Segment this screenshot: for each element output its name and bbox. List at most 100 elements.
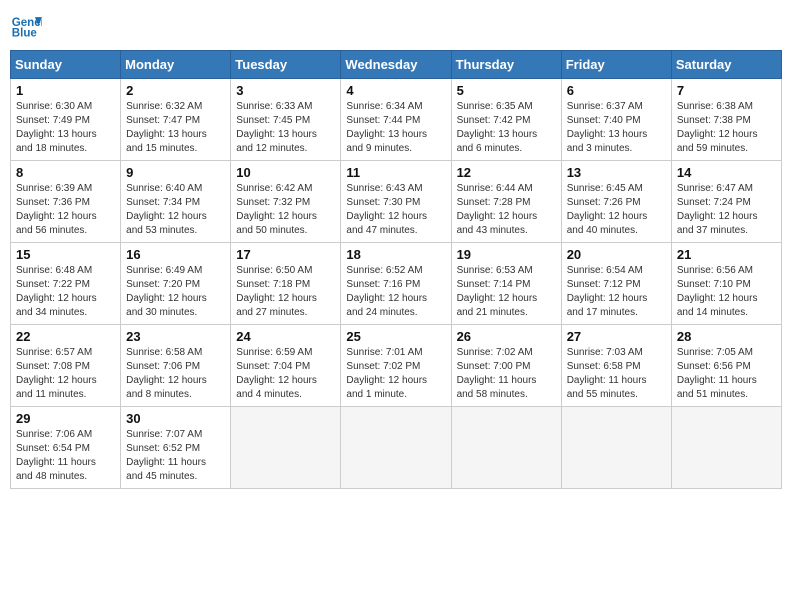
- day-number: 25: [346, 329, 445, 344]
- day-info: Sunrise: 6:35 AM Sunset: 7:42 PM Dayligh…: [457, 100, 556, 156]
- col-header-wednesday: Wednesday: [341, 51, 451, 79]
- day-info: Sunrise: 6:47 AM Sunset: 7:24 PM Dayligh…: [677, 182, 776, 238]
- calendar-cell: [671, 407, 781, 489]
- calendar-cell: 29 Sunrise: 7:06 AM Sunset: 6:54 PM Dayl…: [11, 407, 121, 489]
- day-number: 24: [236, 329, 335, 344]
- day-info: Sunrise: 6:59 AM Sunset: 7:04 PM Dayligh…: [236, 346, 335, 402]
- day-number: 1: [16, 83, 115, 98]
- calendar-cell: 9 Sunrise: 6:40 AM Sunset: 7:34 PM Dayli…: [121, 161, 231, 243]
- day-info: Sunrise: 7:06 AM Sunset: 6:54 PM Dayligh…: [16, 428, 115, 484]
- day-info: Sunrise: 6:39 AM Sunset: 7:36 PM Dayligh…: [16, 182, 115, 238]
- day-info: Sunrise: 6:32 AM Sunset: 7:47 PM Dayligh…: [126, 100, 225, 156]
- calendar-cell: 19 Sunrise: 6:53 AM Sunset: 7:14 PM Dayl…: [451, 243, 561, 325]
- calendar-cell: 13 Sunrise: 6:45 AM Sunset: 7:26 PM Dayl…: [561, 161, 671, 243]
- calendar-cell: [451, 407, 561, 489]
- calendar-cell: 6 Sunrise: 6:37 AM Sunset: 7:40 PM Dayli…: [561, 79, 671, 161]
- calendar-cell: 24 Sunrise: 6:59 AM Sunset: 7:04 PM Dayl…: [231, 325, 341, 407]
- day-number: 2: [126, 83, 225, 98]
- day-number: 5: [457, 83, 556, 98]
- day-number: 11: [346, 165, 445, 180]
- day-info: Sunrise: 6:34 AM Sunset: 7:44 PM Dayligh…: [346, 100, 445, 156]
- calendar-cell: 30 Sunrise: 7:07 AM Sunset: 6:52 PM Dayl…: [121, 407, 231, 489]
- calendar-cell: 11 Sunrise: 6:43 AM Sunset: 7:30 PM Dayl…: [341, 161, 451, 243]
- day-info: Sunrise: 7:03 AM Sunset: 6:58 PM Dayligh…: [567, 346, 666, 402]
- calendar-cell: 10 Sunrise: 6:42 AM Sunset: 7:32 PM Dayl…: [231, 161, 341, 243]
- day-number: 28: [677, 329, 776, 344]
- calendar-cell: 27 Sunrise: 7:03 AM Sunset: 6:58 PM Dayl…: [561, 325, 671, 407]
- day-info: Sunrise: 7:07 AM Sunset: 6:52 PM Dayligh…: [126, 428, 225, 484]
- day-number: 6: [567, 83, 666, 98]
- day-number: 15: [16, 247, 115, 262]
- day-number: 23: [126, 329, 225, 344]
- col-header-friday: Friday: [561, 51, 671, 79]
- day-info: Sunrise: 6:52 AM Sunset: 7:16 PM Dayligh…: [346, 264, 445, 320]
- day-number: 18: [346, 247, 445, 262]
- day-number: 14: [677, 165, 776, 180]
- calendar-cell: 16 Sunrise: 6:49 AM Sunset: 7:20 PM Dayl…: [121, 243, 231, 325]
- day-number: 30: [126, 411, 225, 426]
- col-header-tuesday: Tuesday: [231, 51, 341, 79]
- day-number: 7: [677, 83, 776, 98]
- day-info: Sunrise: 6:48 AM Sunset: 7:22 PM Dayligh…: [16, 264, 115, 320]
- day-info: Sunrise: 6:33 AM Sunset: 7:45 PM Dayligh…: [236, 100, 335, 156]
- day-number: 16: [126, 247, 225, 262]
- calendar-cell: 3 Sunrise: 6:33 AM Sunset: 7:45 PM Dayli…: [231, 79, 341, 161]
- day-info: Sunrise: 6:37 AM Sunset: 7:40 PM Dayligh…: [567, 100, 666, 156]
- col-header-sunday: Sunday: [11, 51, 121, 79]
- day-number: 8: [16, 165, 115, 180]
- day-info: Sunrise: 6:58 AM Sunset: 7:06 PM Dayligh…: [126, 346, 225, 402]
- day-number: 19: [457, 247, 556, 262]
- day-number: 3: [236, 83, 335, 98]
- day-info: Sunrise: 6:44 AM Sunset: 7:28 PM Dayligh…: [457, 182, 556, 238]
- day-info: Sunrise: 7:02 AM Sunset: 7:00 PM Dayligh…: [457, 346, 556, 402]
- calendar-cell: 23 Sunrise: 6:58 AM Sunset: 7:06 PM Dayl…: [121, 325, 231, 407]
- calendar-cell: 7 Sunrise: 6:38 AM Sunset: 7:38 PM Dayli…: [671, 79, 781, 161]
- calendar-cell: 28 Sunrise: 7:05 AM Sunset: 6:56 PM Dayl…: [671, 325, 781, 407]
- day-info: Sunrise: 6:49 AM Sunset: 7:20 PM Dayligh…: [126, 264, 225, 320]
- day-info: Sunrise: 6:53 AM Sunset: 7:14 PM Dayligh…: [457, 264, 556, 320]
- col-header-monday: Monday: [121, 51, 231, 79]
- day-info: Sunrise: 6:56 AM Sunset: 7:10 PM Dayligh…: [677, 264, 776, 320]
- calendar-cell: 1 Sunrise: 6:30 AM Sunset: 7:49 PM Dayli…: [11, 79, 121, 161]
- logo-icon: General Blue: [10, 10, 42, 42]
- calendar-cell: 25 Sunrise: 7:01 AM Sunset: 7:02 PM Dayl…: [341, 325, 451, 407]
- day-info: Sunrise: 7:01 AM Sunset: 7:02 PM Dayligh…: [346, 346, 445, 402]
- page-header: General Blue: [10, 10, 782, 42]
- day-number: 26: [457, 329, 556, 344]
- day-number: 10: [236, 165, 335, 180]
- calendar-cell: 21 Sunrise: 6:56 AM Sunset: 7:10 PM Dayl…: [671, 243, 781, 325]
- day-number: 4: [346, 83, 445, 98]
- calendar-cell: 8 Sunrise: 6:39 AM Sunset: 7:36 PM Dayli…: [11, 161, 121, 243]
- day-info: Sunrise: 6:38 AM Sunset: 7:38 PM Dayligh…: [677, 100, 776, 156]
- logo: General Blue: [10, 10, 46, 42]
- day-info: Sunrise: 6:43 AM Sunset: 7:30 PM Dayligh…: [346, 182, 445, 238]
- day-info: Sunrise: 6:30 AM Sunset: 7:49 PM Dayligh…: [16, 100, 115, 156]
- day-number: 29: [16, 411, 115, 426]
- day-number: 20: [567, 247, 666, 262]
- svg-text:Blue: Blue: [12, 28, 38, 40]
- day-info: Sunrise: 6:54 AM Sunset: 7:12 PM Dayligh…: [567, 264, 666, 320]
- col-header-thursday: Thursday: [451, 51, 561, 79]
- calendar-cell: 20 Sunrise: 6:54 AM Sunset: 7:12 PM Dayl…: [561, 243, 671, 325]
- calendar-cell: 4 Sunrise: 6:34 AM Sunset: 7:44 PM Dayli…: [341, 79, 451, 161]
- calendar-cell: 26 Sunrise: 7:02 AM Sunset: 7:00 PM Dayl…: [451, 325, 561, 407]
- day-number: 13: [567, 165, 666, 180]
- day-number: 17: [236, 247, 335, 262]
- calendar-cell: [341, 407, 451, 489]
- day-info: Sunrise: 6:57 AM Sunset: 7:08 PM Dayligh…: [16, 346, 115, 402]
- day-info: Sunrise: 6:40 AM Sunset: 7:34 PM Dayligh…: [126, 182, 225, 238]
- calendar-cell: [561, 407, 671, 489]
- col-header-saturday: Saturday: [671, 51, 781, 79]
- calendar-cell: 5 Sunrise: 6:35 AM Sunset: 7:42 PM Dayli…: [451, 79, 561, 161]
- calendar-cell: 18 Sunrise: 6:52 AM Sunset: 7:16 PM Dayl…: [341, 243, 451, 325]
- calendar-cell: 17 Sunrise: 6:50 AM Sunset: 7:18 PM Dayl…: [231, 243, 341, 325]
- calendar-cell: 15 Sunrise: 6:48 AM Sunset: 7:22 PM Dayl…: [11, 243, 121, 325]
- calendar-cell: 12 Sunrise: 6:44 AM Sunset: 7:28 PM Dayl…: [451, 161, 561, 243]
- day-info: Sunrise: 6:50 AM Sunset: 7:18 PM Dayligh…: [236, 264, 335, 320]
- day-number: 21: [677, 247, 776, 262]
- calendar-cell: [231, 407, 341, 489]
- day-info: Sunrise: 6:45 AM Sunset: 7:26 PM Dayligh…: [567, 182, 666, 238]
- day-info: Sunrise: 7:05 AM Sunset: 6:56 PM Dayligh…: [677, 346, 776, 402]
- calendar-cell: 22 Sunrise: 6:57 AM Sunset: 7:08 PM Dayl…: [11, 325, 121, 407]
- calendar-table: SundayMondayTuesdayWednesdayThursdayFrid…: [10, 50, 782, 489]
